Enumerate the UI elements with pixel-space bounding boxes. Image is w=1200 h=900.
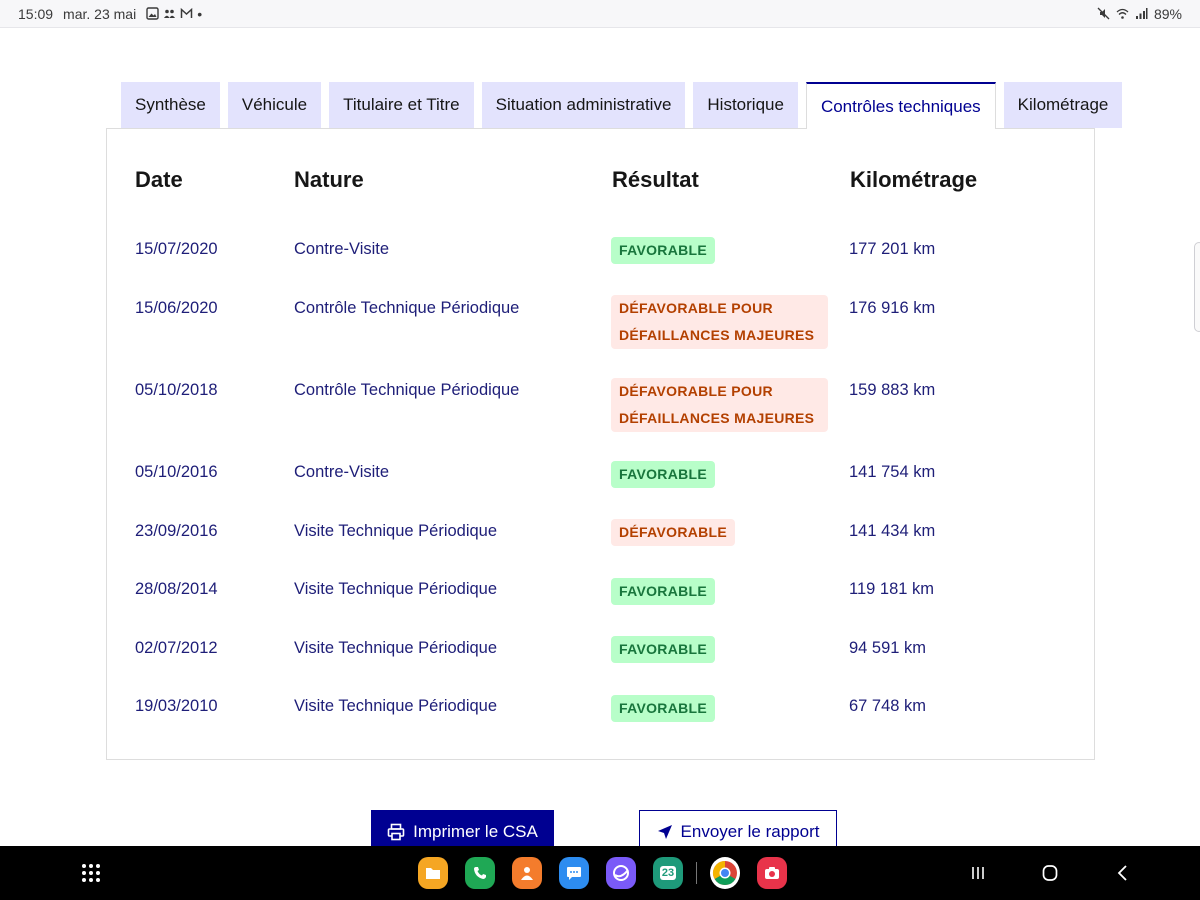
row-date: 05/10/2018 — [135, 381, 218, 399]
back-button[interactable] — [1108, 858, 1138, 888]
status-badge: FAVORABLE — [611, 461, 715, 488]
row-nature: Visite Technique Périodique — [294, 522, 498, 540]
status-badge: DÉFAVORABLE POUR DÉFAILLANCES MAJEURES — [611, 295, 828, 349]
row-nature: Contre-Visite — [294, 240, 390, 258]
app-drawer-icon[interactable] — [82, 864, 100, 882]
back-icon — [1117, 865, 1127, 881]
battery-level: 89% — [1153, 5, 1182, 22]
print-csa-label: Imprimer le CSA — [413, 822, 538, 841]
tab-titulaire-et-titre[interactable]: Titulaire et Titre — [329, 82, 474, 128]
row-km: 141 434 km — [849, 522, 936, 540]
row-nature: Contre-Visite — [294, 463, 390, 481]
tab-vehicule[interactable]: Véhicule — [227, 82, 322, 128]
row-date: 15/07/2020 — [135, 240, 218, 258]
status-date: mar. 23 mai — [63, 5, 137, 22]
recent-apps-icon — [972, 867, 984, 879]
android-navigation-bar: 23 — [0, 846, 1200, 900]
files-icon[interactable] — [418, 857, 448, 889]
home-icon — [1042, 865, 1058, 881]
status-badge: DÉFAVORABLE — [611, 519, 736, 546]
row-nature: Contrôle Technique Périodique — [294, 299, 520, 317]
send-arrow-icon — [657, 825, 672, 839]
contacts-icon[interactable] — [512, 857, 542, 889]
tab-bar: Synthèse Véhicule Titulaire et Titre Sit… — [121, 82, 1123, 129]
row-nature: Visite Technique Périodique — [294, 639, 498, 657]
status-badge: FAVORABLE — [611, 695, 715, 722]
phone-icon[interactable] — [465, 857, 495, 889]
wifi-icon — [1116, 8, 1129, 19]
signal-icon — [1135, 8, 1148, 19]
more-notifications-dot: • — [197, 5, 203, 22]
mute-icon — [1097, 7, 1110, 20]
row-km: 141 754 km — [849, 463, 936, 481]
status-bar-right: 89% — [1097, 6, 1182, 22]
app-dock: 23 — [418, 857, 787, 889]
row-nature: Contrôle Technique Périodique — [294, 381, 520, 399]
printer-icon — [387, 823, 405, 841]
row-date: 02/07/2012 — [135, 639, 218, 657]
messages-icon[interactable] — [559, 857, 589, 889]
notification-icons: • — [146, 6, 202, 22]
column-header-nature: Nature — [294, 167, 364, 192]
chrome-icon[interactable] — [710, 857, 740, 889]
row-date: 05/10/2016 — [135, 463, 218, 481]
gmail-icon — [180, 7, 193, 18]
internet-icon[interactable] — [606, 857, 636, 889]
controles-techniques-panel: Date Nature Résultat Kilométrage 15/07/2… — [106, 128, 1095, 760]
send-report-label: Envoyer le rapport — [680, 822, 820, 841]
column-header-km: Kilométrage — [850, 167, 978, 192]
camera-icon[interactable] — [757, 857, 787, 889]
status-badge: FAVORABLE — [611, 636, 715, 663]
group-icon — [164, 9, 176, 18]
row-date: 15/06/2020 — [135, 299, 218, 317]
recent-apps-button[interactable] — [963, 858, 993, 888]
column-header-result: Résultat — [612, 167, 699, 192]
row-km: 176 916 km — [849, 299, 936, 317]
row-nature: Visite Technique Périodique — [294, 697, 498, 715]
status-badge: DÉFAVORABLE POUR DÉFAILLANCES MAJEURES — [611, 378, 828, 432]
status-time: 15:09 — [18, 5, 54, 22]
row-nature: Visite Technique Périodique — [294, 580, 498, 598]
row-date: 23/09/2016 — [135, 522, 218, 540]
row-date: 19/03/2010 — [135, 697, 218, 715]
tab-kilometrage[interactable]: Kilométrage — [1003, 82, 1123, 128]
column-header-date: Date — [135, 167, 183, 192]
row-km: 67 748 km — [849, 697, 927, 715]
dock-separator — [696, 862, 697, 884]
row-km: 159 883 km — [849, 381, 936, 399]
row-km: 94 591 km — [849, 639, 927, 657]
status-bar: 15:09 mar. 23 mai • 89% — [0, 0, 1200, 28]
tab-synthese[interactable]: Synthèse — [121, 82, 220, 128]
status-badge: FAVORABLE — [611, 578, 715, 605]
gallery-icon — [146, 7, 159, 20]
row-km: 119 181 km — [849, 580, 934, 598]
row-date: 28/08/2014 — [135, 580, 218, 598]
status-badge: FAVORABLE — [611, 237, 715, 264]
tab-historique[interactable]: Historique — [693, 82, 798, 128]
row-km: 177 201 km — [849, 240, 936, 258]
edge-panel-handle[interactable] — [1194, 242, 1200, 332]
calendar-icon[interactable]: 23 — [653, 857, 683, 889]
home-button[interactable] — [1035, 858, 1065, 888]
tab-controles-techniques[interactable]: Contrôles techniques — [805, 82, 996, 129]
status-bar-left: 15:09 mar. 23 mai • — [18, 6, 202, 22]
tab-situation-administrative[interactable]: Situation administrative — [481, 82, 686, 128]
